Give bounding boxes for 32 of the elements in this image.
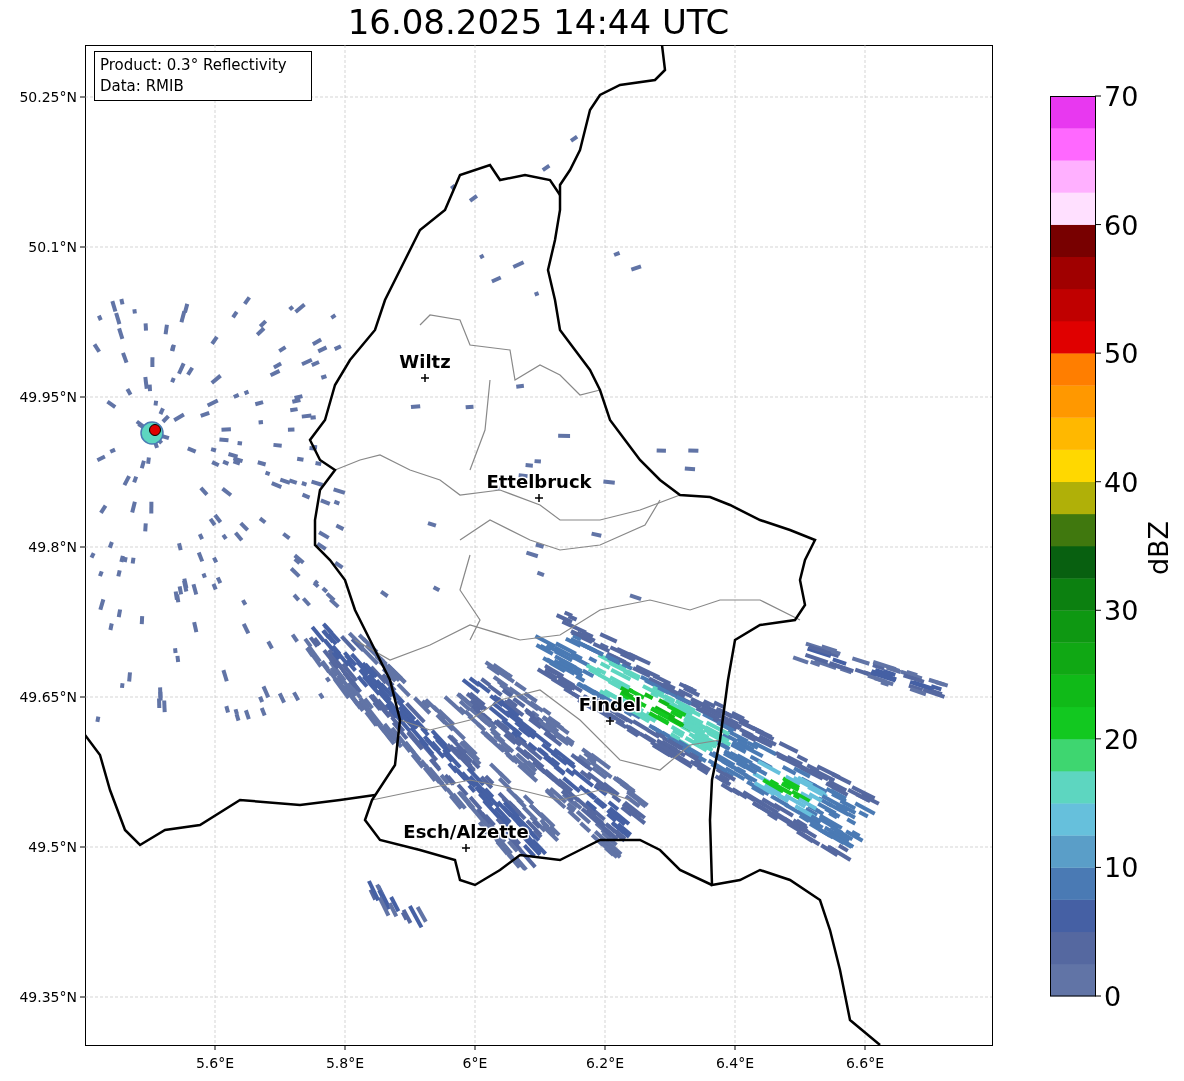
longitude-label: 5.8°E [325,1055,365,1071]
latitude-label: 50.1°N [28,239,77,255]
city-label: Wiltz [399,351,451,372]
colorbar-label: dBZ [1143,520,1174,576]
colorbar-tick-label: 40 [1104,466,1139,498]
city-marker-icon [605,716,615,726]
info-text: Data: RMIB [100,77,184,95]
colorbar-tick-label: 20 [1104,723,1139,755]
city-marker-icon [534,493,544,503]
radar-site-icon [140,421,164,445]
latitude-label: 50.25°N [19,89,77,105]
colorbar-tick-label: 60 [1104,209,1139,241]
latitude-label: 49.65°N [19,689,77,705]
longitude-label: 6.6°E [845,1055,885,1071]
longitude-label: 6°E [462,1055,488,1071]
colorbar-tick-label: 30 [1104,595,1139,627]
colorbar-tick-label: 10 [1104,852,1139,884]
latitude-label: 49.5°N [28,839,77,855]
latitude-label: 49.8°N [28,539,77,555]
latitude-label: 49.35°N [19,989,77,1005]
longitude-label: 6.4°E [715,1055,755,1071]
map-title: 16.08.2025 14:44 UTC [347,1,730,44]
latitude-label: 49.95°N [19,389,77,405]
colorbar-tick-label: 0 [1104,981,1122,1012]
longitude-label: 5.6°E [195,1055,235,1071]
colorbar-tick-label: 70 [1104,81,1139,112]
city-marker-icon [461,843,471,853]
city-marker-icon [420,373,430,383]
city-label: Ettelbruck [486,471,592,492]
longitude-label: 6.2°E [585,1055,625,1071]
colorbar-tick-label: 50 [1104,338,1139,370]
info-text: Product: 0.3° Reflectivity [100,56,287,74]
